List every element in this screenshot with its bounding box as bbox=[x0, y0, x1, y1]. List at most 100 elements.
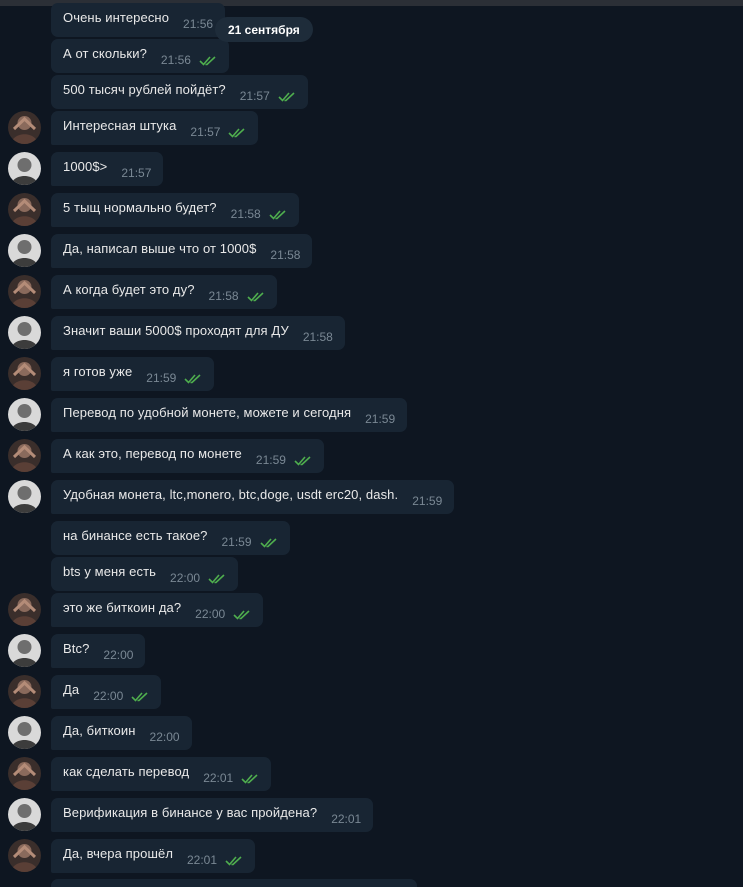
message-time: 21:59 bbox=[221, 535, 252, 549]
message-bubble[interactable]: Удобная монета, ltc,monero, btc,doge, us… bbox=[51, 480, 455, 514]
message-row: я готов уже 21:59 bbox=[0, 357, 743, 391]
contact-avatar[interactable] bbox=[8, 480, 41, 513]
message-row: Удобная монета, ltc,monero, btc,doge, us… bbox=[0, 480, 743, 514]
message-time: 21:59 bbox=[365, 412, 396, 426]
read-checkmarks-icon bbox=[184, 373, 201, 384]
message-bubble[interactable]: Значит ваши 5000$ проходят для ДУ 21:58 bbox=[51, 316, 345, 350]
message-text: Удобная монета, ltc,monero, btc,doge, us… bbox=[63, 486, 399, 502]
message-bubble[interactable]: Да, вчера прошёл 22:01 bbox=[51, 839, 256, 873]
self-avatar[interactable] bbox=[8, 839, 41, 872]
message-bubble[interactable]: это же биткоин да? 22:00 bbox=[51, 593, 264, 627]
message-row: 500 тысяч рублей пойдёт? 21:57 bbox=[0, 75, 743, 109]
read-checkmarks-icon bbox=[228, 127, 246, 138]
self-avatar[interactable] bbox=[8, 593, 41, 626]
message-time: 21:58 bbox=[230, 207, 261, 221]
message-row: А как это, перевод по монете 21:59 bbox=[0, 439, 743, 473]
contact-avatar[interactable] bbox=[8, 234, 41, 267]
read-checkmarks-icon bbox=[246, 291, 264, 302]
message-bubble[interactable]: Интересная штука 21:57 bbox=[51, 111, 259, 145]
message-bubble[interactable]: Да, биткоин 22:00 bbox=[51, 716, 192, 750]
message-text: Очень интересно bbox=[63, 9, 170, 25]
message-text: Btc? bbox=[63, 640, 90, 656]
message-text: Значит ваши 5000$ проходят для ДУ bbox=[63, 322, 289, 338]
message-row: bts у меня есть 22:00 bbox=[0, 557, 743, 591]
message-time: 21:56 bbox=[160, 53, 191, 67]
message-bubble[interactable]: я готов уже 21:59 bbox=[51, 357, 215, 391]
message-time: 22:00 bbox=[103, 648, 134, 662]
read-checkmarks-icon bbox=[199, 55, 216, 66]
message-row: Да, вчера прошёл 22:01 bbox=[0, 839, 743, 873]
contact-avatar[interactable] bbox=[8, 398, 41, 431]
message-text: 1000$> bbox=[63, 158, 108, 174]
date-separator: 21 сентября bbox=[215, 17, 313, 42]
message-time: 22:00 bbox=[195, 607, 226, 621]
message-time: 22:01 bbox=[187, 853, 218, 867]
message-time: 21:57 bbox=[121, 166, 152, 180]
self-avatar[interactable] bbox=[8, 357, 41, 390]
contact-avatar[interactable] bbox=[8, 716, 41, 749]
message-bubble[interactable]: Перевод по удобной монете, можете и сего… bbox=[51, 398, 408, 432]
self-avatar[interactable] bbox=[8, 111, 41, 144]
message-row: как сделать перевод 22:01 bbox=[0, 757, 743, 791]
message-bubble[interactable]: bts у меня есть 22:00 bbox=[51, 557, 239, 591]
contact-avatar[interactable] bbox=[8, 634, 41, 667]
message-bubble[interactable]: Да, написал выше что от 1000$ 21:58 bbox=[51, 234, 313, 268]
message-time: 21:59 bbox=[255, 453, 286, 467]
read-checkmarks-icon bbox=[269, 209, 286, 220]
message-text: Да, написал выше что от 1000$ bbox=[63, 240, 257, 256]
message-bubble[interactable]: как сделать перевод 22:01 bbox=[51, 757, 272, 791]
message-text: А когда будет это ду? bbox=[63, 281, 195, 297]
message-time: 21:57 bbox=[239, 89, 270, 103]
message-bubble[interactable]: А когда будет это ду? 21:58 bbox=[51, 275, 277, 309]
message-time: 21:58 bbox=[208, 289, 239, 303]
message-bubble[interactable]: 5 тыщ нормально будет? 21:58 bbox=[51, 193, 299, 227]
self-avatar[interactable] bbox=[8, 757, 41, 790]
message-bubble[interactable]: Очень интересно 21:56 bbox=[51, 3, 226, 37]
self-avatar[interactable] bbox=[8, 439, 41, 472]
message-bubble[interactable]: Да 22:00 bbox=[51, 675, 162, 709]
message-text: Перевод по удобной монете, можете и сего… bbox=[63, 404, 352, 420]
message-row: Btc? 22:00 bbox=[0, 634, 743, 668]
message-text: 500 тысяч рублей пойдёт? bbox=[63, 81, 226, 97]
contact-avatar[interactable] bbox=[8, 152, 41, 185]
message-text: bts у меня есть bbox=[63, 563, 157, 579]
message-text: как сделать перевод bbox=[63, 763, 190, 779]
message-bubble[interactable]: 1000$> 21:57 bbox=[51, 152, 164, 186]
message-time: 22:00 bbox=[93, 689, 124, 703]
read-checkmarks-icon bbox=[278, 91, 295, 102]
message-time: 21:56 bbox=[183, 17, 214, 31]
message-row: А от скольки? 21:56 bbox=[0, 39, 743, 73]
message-row: это же биткоин да? 22:00 bbox=[0, 593, 743, 627]
message-bubble[interactable]: на бинансе есть такое? 21:59 bbox=[51, 521, 290, 555]
message-bubble[interactable]: Btc? 22:00 bbox=[51, 634, 146, 668]
message-bubble[interactable]: А как это, перевод по монете 21:59 bbox=[51, 439, 324, 473]
read-checkmarks-icon bbox=[233, 609, 250, 620]
message-text: это же биткоин да? bbox=[63, 599, 182, 615]
message-row: 5 тыщ нормально будет? 21:58 bbox=[0, 193, 743, 227]
message-bubble[interactable]: Верификация в бинансе у вас пройдена? 22… bbox=[51, 798, 374, 832]
self-avatar[interactable] bbox=[8, 193, 41, 226]
message-time: 22:00 bbox=[170, 571, 201, 585]
contact-avatar[interactable] bbox=[8, 316, 41, 349]
message-time: 21:59 bbox=[146, 371, 177, 385]
message-row: Да 22:00 bbox=[0, 675, 743, 709]
message-row: на бинансе есть такое? 21:59 bbox=[0, 521, 743, 555]
contact-avatar[interactable] bbox=[8, 798, 41, 831]
self-avatar[interactable] bbox=[8, 675, 41, 708]
message-text: А от скольки? bbox=[63, 45, 147, 61]
self-avatar[interactable] bbox=[8, 275, 41, 308]
read-checkmarks-icon bbox=[241, 773, 258, 784]
chat-history[interactable]: Очень интересно 21:56 А от скольки? 21:5… bbox=[0, 0, 743, 887]
message-time: 21:59 bbox=[412, 494, 443, 508]
message-row: Значит ваши 5000$ проходят для ДУ 21:58 bbox=[0, 316, 743, 350]
message-bubble[interactable]: 500 тысяч рублей пойдёт? 21:57 bbox=[51, 75, 308, 109]
message-row: Интересная штука 21:57 bbox=[0, 111, 743, 145]
message-text: Да, биткоин bbox=[63, 722, 136, 738]
message-bubble-partial[interactable] bbox=[51, 879, 417, 887]
message-row: Очень интересно 21:56 bbox=[0, 3, 743, 37]
message-bubble[interactable]: А от скольки? 21:56 bbox=[51, 39, 229, 73]
message-text: Верификация в бинансе у вас пройдена? bbox=[63, 804, 318, 820]
message-text: я готов уже bbox=[63, 363, 133, 379]
read-checkmarks-icon bbox=[208, 573, 225, 584]
message-time: 22:01 bbox=[331, 812, 362, 826]
